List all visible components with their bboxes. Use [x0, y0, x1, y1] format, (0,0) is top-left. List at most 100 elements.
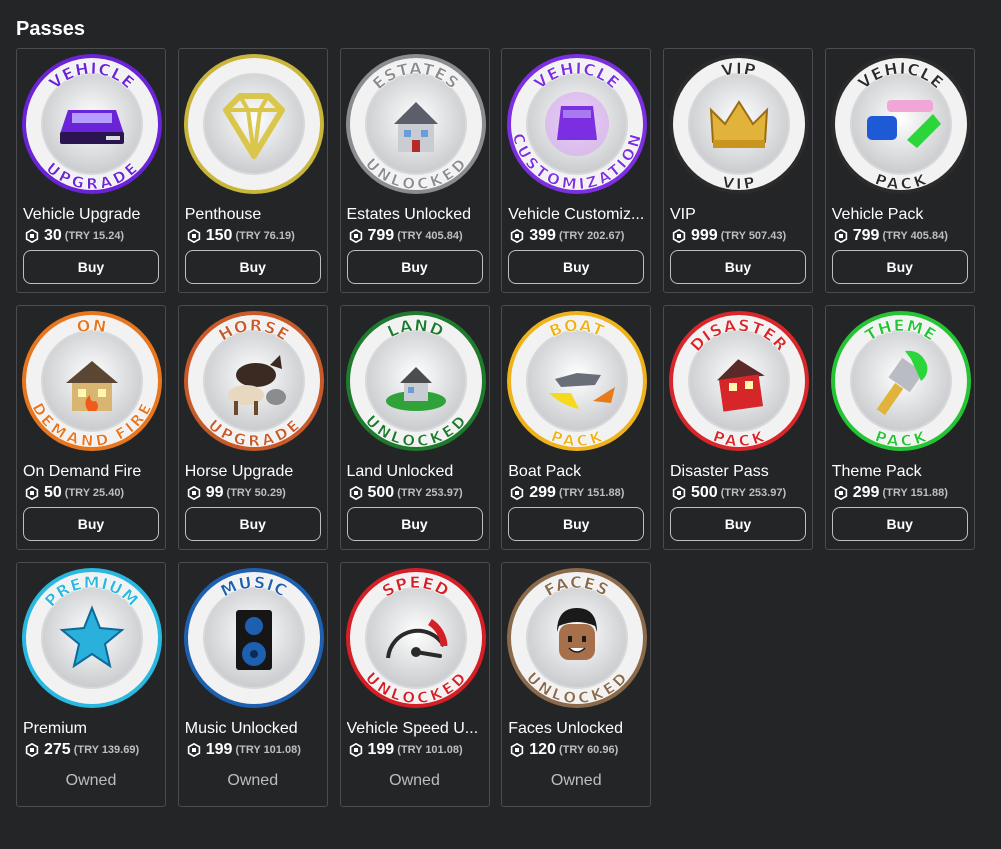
- robux-icon: [349, 228, 363, 244]
- pass-price-try: (TRY 151.88): [882, 487, 948, 499]
- pass-price-row: 299 (TRY 151.88): [510, 484, 624, 502]
- pass-price: 99: [205, 484, 224, 501]
- pass-card[interactable]: ON DEMAND FIRE On Demand Fire 50 (TRY 25.40)…: [16, 305, 166, 550]
- pass-name[interactable]: On Demand Fire: [23, 462, 161, 482]
- pass-price: 30: [44, 227, 62, 244]
- pass-thumbnail[interactable]: VEHICLE UPGRADE: [20, 52, 164, 196]
- buy-button[interactable]: Buy: [346, 250, 483, 284]
- horse-upgrade-badge-icon: HORSEUPGRADE: [183, 311, 324, 451]
- pass-price-row: 30 (TRY 15.24): [25, 227, 124, 245]
- pass-price-try: (TRY 15.24): [64, 230, 125, 242]
- pass-card[interactable]: VEHICLE CUSTOMIZATION Vehicle Customiz... 3…: [501, 48, 652, 293]
- pass-price-try: (TRY 405.84): [397, 230, 463, 242]
- pass-thumbnail[interactable]: VEHICLE CUSTOMIZATION: [505, 52, 649, 196]
- vehicle-upgrade-badge-icon: VEHICLEUPGRADE: [22, 54, 162, 194]
- pass-price-row: 50 (TRY 25.40): [25, 484, 124, 502]
- buy-button[interactable]: Buy: [831, 507, 968, 541]
- pass-card[interactable]: MUSIC Music Unlocked 199 (TRY 101.08) Owned: [177, 562, 328, 807]
- pass-thumbnail[interactable]: HORSE UPGRADE: [182, 309, 326, 453]
- pass-price-row: 150 (TRY 76.19): [187, 227, 295, 245]
- pass-thumbnail[interactable]: ON DEMAND FIRE: [20, 309, 164, 453]
- buy-button[interactable]: Buy: [670, 507, 806, 541]
- buy-button[interactable]: Buy: [670, 250, 806, 284]
- pass-price-row: 299 (TRY 151.88): [834, 484, 948, 502]
- pass-card[interactable]: VIP VIP VIP 999 (TRY 507.43) Buy: [663, 48, 813, 293]
- pass-thumbnail[interactable]: FACES UNLOCKED: [505, 566, 649, 710]
- buy-button[interactable]: Buy: [508, 507, 645, 541]
- pass-card[interactable]: THEME PACK Theme Pack 299 (TRY 151.88) Buy: [824, 305, 975, 550]
- robux-icon: [187, 485, 201, 501]
- pass-name[interactable]: Estates Unlocked: [347, 205, 485, 225]
- pass-price-try: (TRY 25.40): [64, 487, 125, 499]
- pass-price: 275: [44, 741, 71, 758]
- pass-card[interactable]: PREMIUM Premium 275 (TRY 139.69) Owned: [16, 562, 166, 807]
- pass-card[interactable]: ESTATES UNLOCKED Estates Unlocked 799 (TRY 4…: [339, 48, 490, 293]
- pass-name[interactable]: Music Unlocked: [185, 719, 323, 739]
- pass-name[interactable]: Vehicle Upgrade: [23, 205, 161, 225]
- buy-button[interactable]: Buy: [831, 250, 968, 284]
- pass-price-try: (TRY 101.08): [397, 744, 463, 756]
- pass-price-row: 799 (TRY 405.84): [834, 227, 948, 245]
- pass-card[interactable]: SPEED UNLOCKED Vehicle Speed U... 199 (TRY 1…: [339, 562, 490, 807]
- pass-name[interactable]: Boat Pack: [508, 462, 646, 482]
- pass-name[interactable]: Theme Pack: [832, 462, 970, 482]
- buy-button[interactable]: Buy: [508, 250, 645, 284]
- robux-icon: [510, 485, 524, 501]
- pass-card[interactable]: DISASTER PACK Disaster Pass 500 (TRY 253.97)…: [663, 305, 813, 550]
- pass-thumbnail[interactable]: ESTATES UNLOCKED: [344, 52, 488, 196]
- robux-icon: [510, 228, 524, 244]
- land-unlocked-badge-icon: LANDUNLOCKED: [345, 311, 486, 451]
- pass-price-row: 799 (TRY 405.84): [349, 227, 463, 245]
- pass-thumbnail[interactable]: [182, 52, 326, 196]
- faces-unlocked-badge-icon: FACESUNLOCKED: [507, 568, 648, 708]
- pass-price-try: (TRY 151.88): [558, 487, 625, 499]
- pass-card[interactable]: HORSE UPGRADE Horse Upgrade 99 (TRY 50.29) Bu…: [177, 305, 328, 550]
- pass-price-try: (TRY 101.08): [235, 744, 301, 756]
- pass-name[interactable]: VIP: [670, 205, 808, 225]
- pass-thumbnail[interactable]: DISASTER PACK: [667, 309, 811, 453]
- pass-thumbnail[interactable]: LAND UNLOCKED: [344, 309, 488, 453]
- pass-name[interactable]: Land Unlocked: [347, 462, 485, 482]
- pass-price: 50: [44, 484, 62, 501]
- badge-top-text: VIP: [719, 59, 757, 81]
- pass-name[interactable]: Vehicle Speed U...: [347, 719, 485, 739]
- pass-thumbnail[interactable]: THEME PACK: [829, 309, 973, 453]
- buy-button[interactable]: Buy: [184, 250, 321, 284]
- pass-thumbnail[interactable]: SPEED UNLOCKED: [344, 566, 488, 710]
- pass-card[interactable]: VEHICLE UPGRADE Vehicle Upgrade 30 (TRY 15.2…: [16, 48, 166, 293]
- pass-card[interactable]: VEHICLE PACK Vehicle Pack 799 (TRY 405.84) Bu…: [824, 48, 975, 293]
- pass-name[interactable]: Vehicle Pack: [832, 205, 970, 225]
- pass-name[interactable]: Disaster Pass: [670, 462, 808, 482]
- pass-name[interactable]: Premium: [23, 719, 161, 739]
- robux-icon: [25, 228, 39, 244]
- on-demand-fire-badge-icon: ONDEMAND FIRE: [22, 311, 162, 451]
- buy-button[interactable]: Buy: [23, 250, 159, 284]
- buy-button[interactable]: Buy: [184, 507, 321, 541]
- pass-name[interactable]: Vehicle Customiz...: [508, 205, 646, 225]
- pass-price-try: (TRY 253.97): [397, 487, 463, 499]
- pass-name[interactable]: Horse Upgrade: [185, 462, 323, 482]
- pass-price-row: 275 (TRY 139.69): [25, 741, 139, 759]
- boat-pack-badge-icon: BOATPACK: [507, 311, 648, 451]
- pass-price: 120: [529, 741, 556, 758]
- pass-card[interactable]: FACES UNLOCKED Faces Unlocked 120 (TRY 60.96…: [501, 562, 652, 807]
- pass-thumbnail[interactable]: PREMIUM: [20, 566, 164, 710]
- pass-thumbnail[interactable]: BOAT PACK: [505, 309, 649, 453]
- badge-bottom-text: VIP: [721, 173, 757, 194]
- buy-button[interactable]: Buy: [23, 507, 159, 541]
- pass-price: 199: [205, 741, 233, 758]
- pass-card[interactable]: LAND UNLOCKED Land Unlocked 500 (TRY 253.97)…: [339, 305, 490, 550]
- robux-icon: [349, 485, 363, 501]
- pass-card[interactable]: BOAT PACK Boat Pack 299 (TRY 151.88) Buy: [501, 305, 652, 550]
- pass-card[interactable]: Penthouse 150 (TRY 76.19) Buy: [177, 48, 328, 293]
- pass-price: 500: [367, 484, 395, 501]
- pass-name[interactable]: Penthouse: [185, 205, 323, 225]
- vehicle-customization-badge-icon: VEHICLECUSTOMIZATION: [507, 54, 648, 194]
- pass-price-try: (TRY 405.84): [882, 230, 948, 242]
- pass-thumbnail[interactable]: MUSIC: [182, 566, 326, 710]
- pass-thumbnail[interactable]: VIP VIP: [667, 52, 811, 196]
- pass-price: 150: [205, 227, 233, 244]
- pass-thumbnail[interactable]: VEHICLE PACK: [829, 52, 973, 196]
- buy-button[interactable]: Buy: [346, 507, 483, 541]
- pass-name[interactable]: Faces Unlocked: [508, 719, 646, 739]
